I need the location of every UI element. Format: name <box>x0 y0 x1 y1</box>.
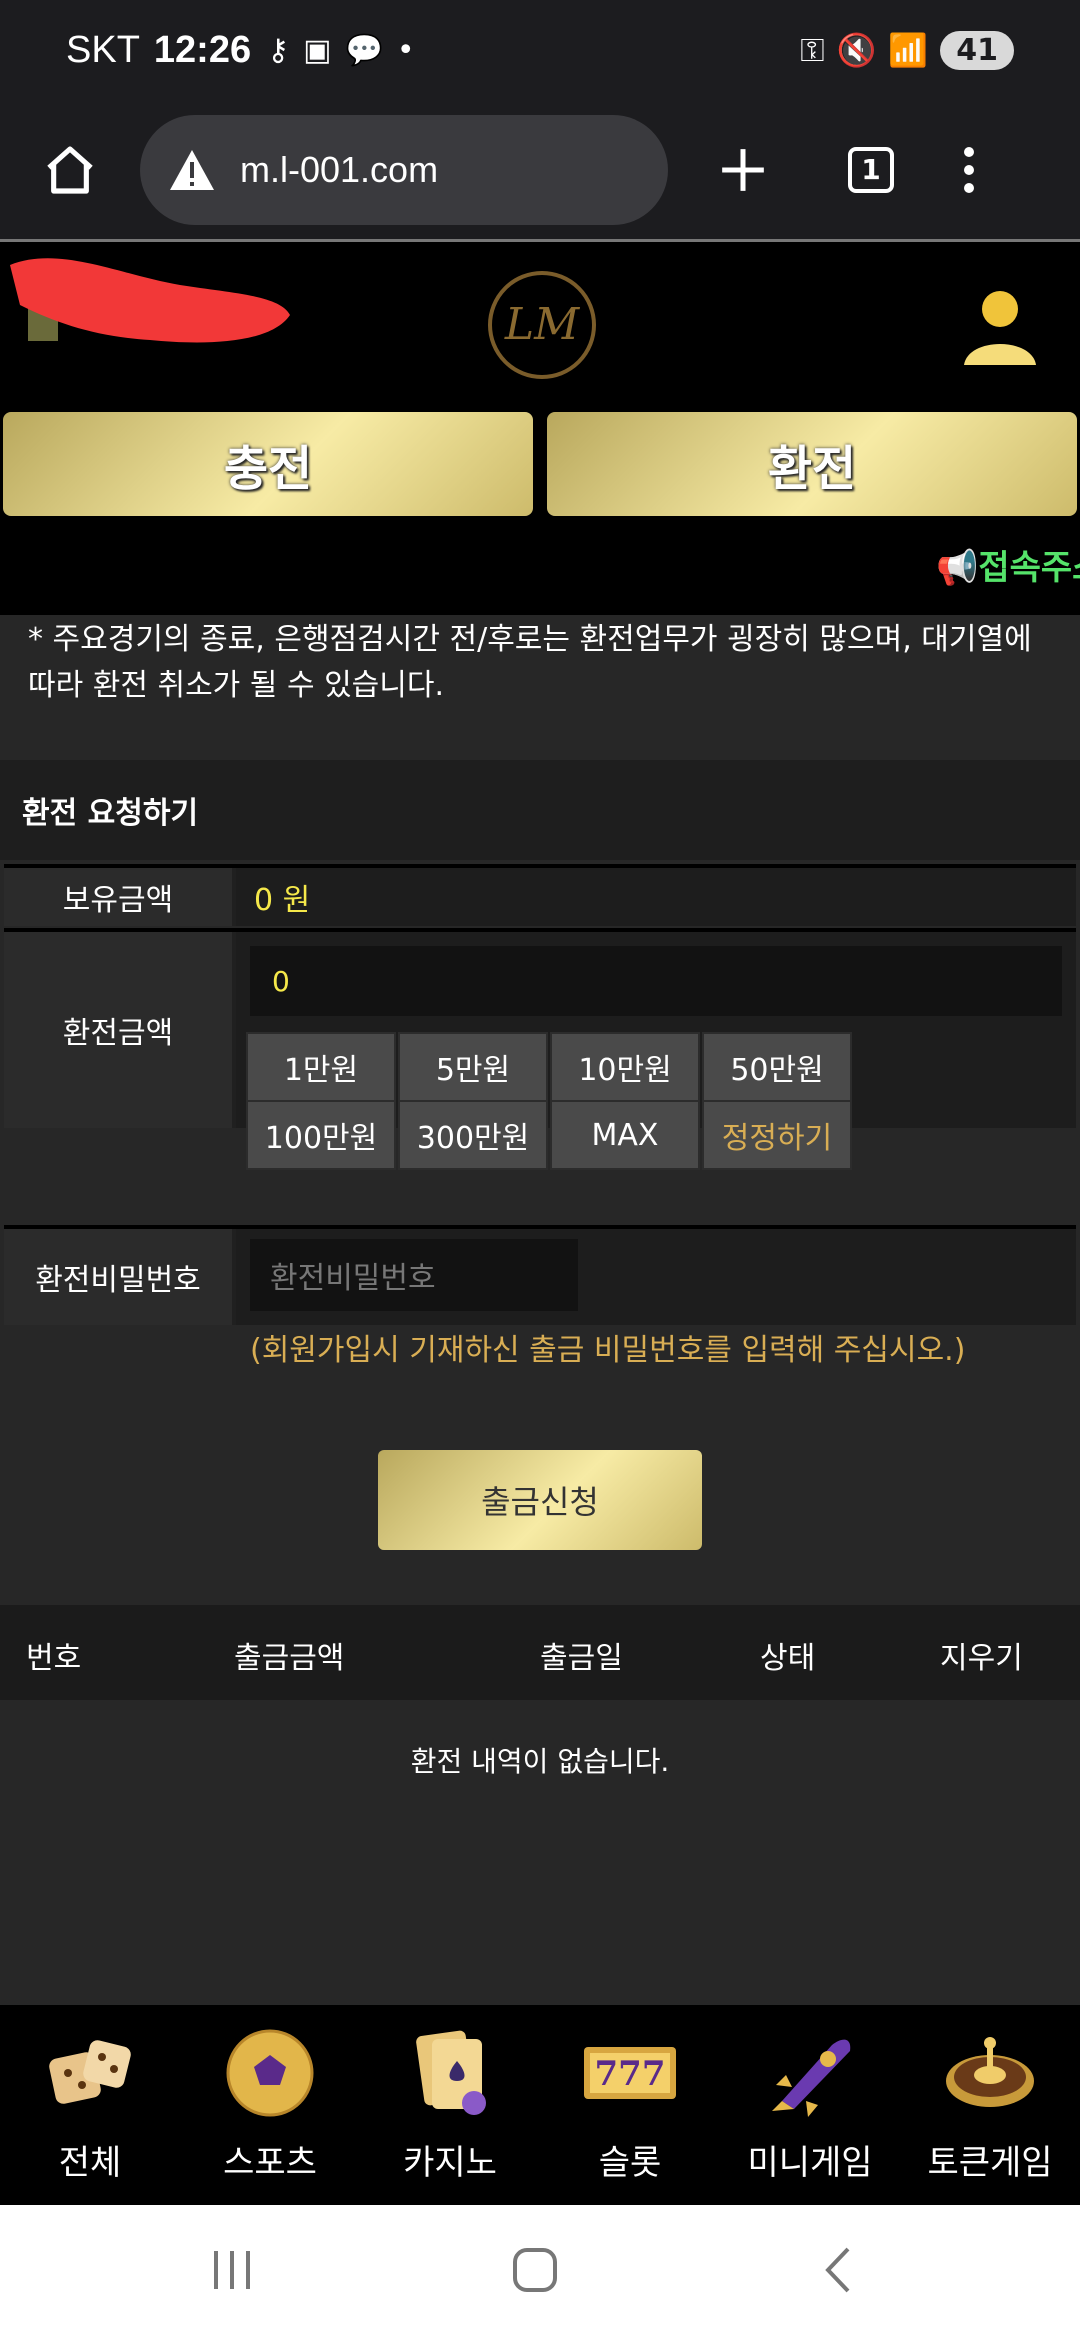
talk-icon: 💬 <box>345 32 383 68</box>
back-icon[interactable] <box>818 2245 858 2295</box>
col-date: 출금일 <box>540 1641 623 1676</box>
password-row: 환전비밀번호 환전비밀번호 (회원가입시 기재하신 출금 비밀번호를 입력해 주… <box>4 1225 1076 1368</box>
col-status: 상태 <box>760 1641 816 1676</box>
rocket-icon <box>772 2039 851 2117</box>
nav-item-sports[interactable]: 스포츠 <box>180 2005 360 2205</box>
amount-100k-button[interactable]: 10만원 <box>550 1032 700 1102</box>
svg-text:777: 777 <box>595 2054 666 2094</box>
withdraw-submit-button[interactable]: 출금신청 <box>378 1450 702 1550</box>
warning-icon <box>170 149 214 190</box>
balance-row: 보유금액 0 원 <box>4 864 1076 926</box>
amount-label: 환전금액 <box>4 932 232 1128</box>
menu-kebab-icon[interactable] <box>964 146 974 193</box>
password-hint: (회원가입시 기재하신 출금 비밀번호를 입력해 주십시오.) <box>250 1333 966 1368</box>
plus-icon <box>722 148 764 191</box>
wifi-icon: 📶 <box>888 31 929 69</box>
nav-item-all[interactable]: 전체 <box>0 2005 180 2205</box>
withdraw-page: * 주요경기의 종료, 은행점검시간 전/후로는 환전업무가 굉장히 많으며, … <box>0 615 1080 2005</box>
col-amount: 출금금액 <box>234 1641 345 1676</box>
withdraw-button[interactable]: 환전 <box>547 412 1077 516</box>
nav-label-sports: 스포츠 <box>223 2143 317 2183</box>
nav-item-minigame[interactable]: 미니게임 <box>720 2005 900 2205</box>
soccer-ball-icon <box>226 2029 314 2117</box>
tab-switcher-button[interactable]: 1 <box>848 146 894 193</box>
deposit-button[interactable]: 충전 <box>3 412 533 516</box>
url-text: m.l-001.com <box>240 148 439 190</box>
status-bar: SKT 12:26 ⚷ ▣ 💬 • ⚿ 🔇 📶 41 <box>0 0 1080 100</box>
amount-input[interactable]: 0 <box>250 946 1062 1016</box>
nav-item-slot[interactable]: 777 슬롯 <box>540 2005 720 2205</box>
nav-label-token: 토큰게임 <box>927 2143 1053 2183</box>
home-nav-icon[interactable] <box>510 2245 560 2295</box>
svg-text:LM: LM <box>504 299 580 350</box>
nav-label-casino: 카지노 <box>403 2143 497 2183</box>
slot-777-icon: 777 <box>584 2047 676 2099</box>
key-icon: ⚷ <box>267 32 290 68</box>
user-profile-icon[interactable] <box>960 285 1040 375</box>
battery-indicator: 41 <box>940 30 1014 70</box>
amount-max-button[interactable]: MAX <box>550 1100 700 1170</box>
home-icon <box>47 145 93 194</box>
amount-10k-button[interactable]: 1만원 <box>246 1032 396 1102</box>
balance-label: 보유금액 <box>4 868 232 926</box>
history-table-header: 번호 출금금액 출금일 상태 지우기 <box>0 1605 1080 1700</box>
col-delete: 지우기 <box>940 1641 1023 1676</box>
amount-500k-button[interactable]: 50만원 <box>702 1032 852 1102</box>
new-tab-button[interactable] <box>668 145 818 195</box>
clock: 12:26 <box>153 28 252 71</box>
amount-1m-button[interactable]: 100만원 <box>246 1100 396 1170</box>
dot-icon: • <box>396 32 415 68</box>
form-title: 환전 요청하기 <box>0 760 1080 860</box>
amount-50k-button[interactable]: 5만원 <box>398 1032 548 1102</box>
amount-reset-button[interactable]: 정정하기 <box>702 1100 852 1170</box>
carrier-label: SKT <box>66 28 140 71</box>
recent-apps-icon[interactable] <box>210 2245 254 2295</box>
dice-icon <box>49 2040 131 2104</box>
nav-item-token[interactable]: 토큰게임 <box>900 2005 1080 2205</box>
marquee-text: 📢접속주소 <box>936 548 1080 588</box>
cards-icon <box>416 2030 486 2115</box>
password-input[interactable]: 환전비밀번호 <box>250 1239 578 1311</box>
screenshot-icon: ▣ <box>303 32 332 68</box>
amount-3m-button[interactable]: 300만원 <box>398 1100 548 1170</box>
site-logo[interactable]: LM <box>482 265 602 385</box>
home-button[interactable] <box>0 142 140 198</box>
nav-label-all: 전체 <box>58 2143 122 2183</box>
mute-icon: 🔇 <box>836 31 877 69</box>
history-empty-message: 환전 내역이 없습니다. <box>410 1745 670 1778</box>
withdraw-notice: * 주요경기의 종료, 은행점검시간 전/후로는 환전업무가 굉장히 많으며, … <box>28 622 1032 703</box>
site-header: LM <box>0 245 1080 410</box>
col-number: 번호 <box>26 1641 82 1676</box>
balance-value: 0 원 <box>254 883 311 918</box>
browser-toolbar: m.l-001.com 1 <box>0 100 1080 242</box>
redacted-user-info <box>10 258 290 343</box>
game-nav: 전체 스포츠 카지노 777 슬롯 미니게임 토큰게임 <box>0 2005 1080 2205</box>
announcement-marquee: 📢접속주소 <box>0 520 1080 615</box>
amount-row: 환전금액 0 1만원 5만원 10만원 50만원 100만원 300만원 MAX… <box>4 928 1076 1170</box>
nav-item-casino[interactable]: 카지노 <box>360 2005 540 2205</box>
action-buttons: 충전 환전 <box>0 410 1080 520</box>
nav-label-slot: 슬롯 <box>598 2143 662 2183</box>
system-nav-bar <box>0 2205 1080 2340</box>
address-bar[interactable]: m.l-001.com <box>140 114 668 225</box>
password-label: 환전비밀번호 <box>4 1229 232 1325</box>
roulette-icon <box>946 2037 1034 2107</box>
nav-label-minigame: 미니게임 <box>747 2143 873 2183</box>
vpn-key-icon: ⚿ <box>800 30 825 69</box>
